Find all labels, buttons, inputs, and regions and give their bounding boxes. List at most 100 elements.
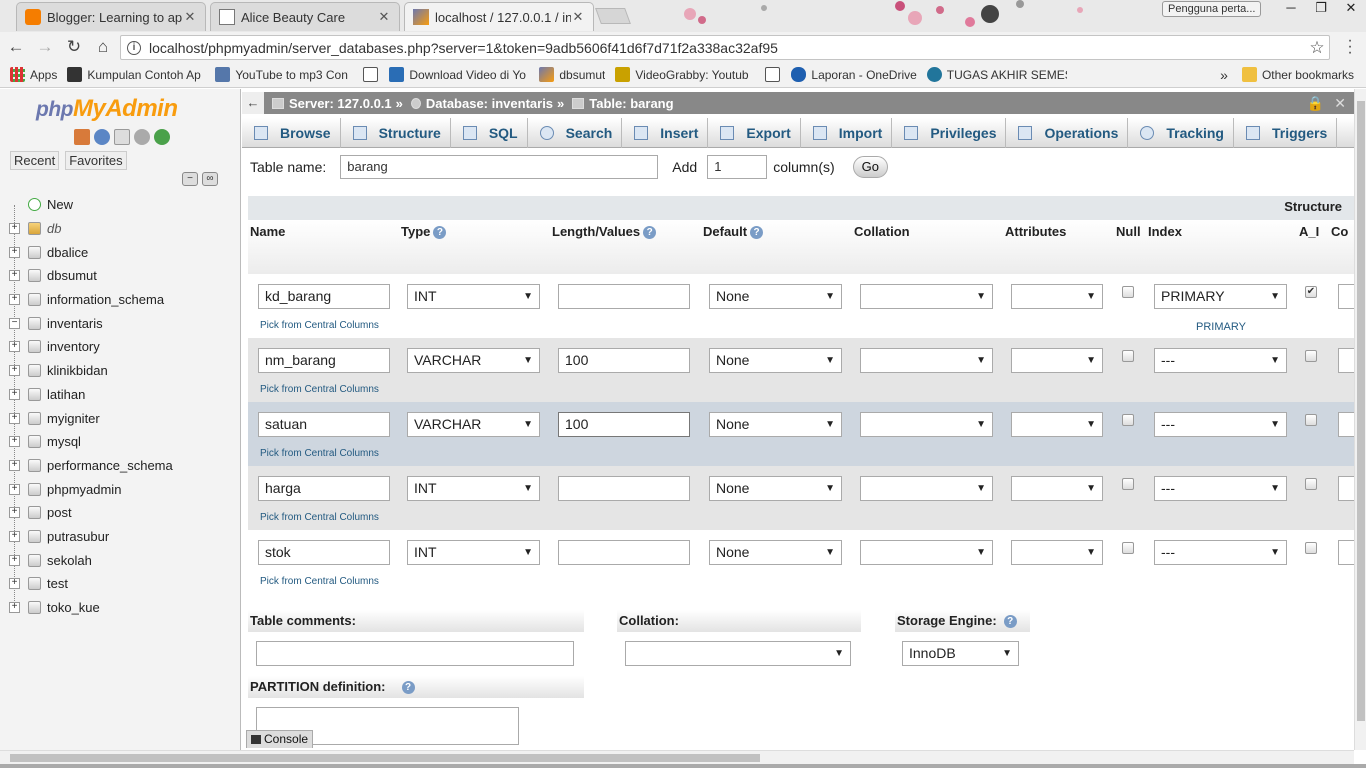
add-columns-input[interactable]: 1 [707,155,768,179]
attributes-select[interactable]: ▼ [1011,348,1103,373]
null-checkbox[interactable] [1122,478,1134,490]
index-select[interactable]: --- ▼ [1154,540,1287,565]
minimize-icon[interactable]: ─ [1276,0,1306,18]
collation-select[interactable]: ▼ [625,641,851,666]
length-input[interactable] [558,540,690,565]
tree-item-mysql[interactable]: + mysql [0,430,241,454]
go-button[interactable]: Go [852,156,889,178]
index-select[interactable]: --- ▼ [1154,476,1287,501]
scrollbar-thumb[interactable] [1357,101,1365,721]
column-name-input[interactable]: kd_barang [258,284,390,309]
bookmark-kumpulan[interactable]: Kumpulan Contoh Ap [67,67,205,82]
default-select[interactable]: None ▼ [709,412,842,437]
column-name-input[interactable]: stok [258,540,390,565]
expand-icon[interactable]: + [9,554,20,566]
bookmarks-overflow-button[interactable]: » [1220,67,1228,83]
expand-icon[interactable]: + [9,294,20,306]
tab-phpmyadmin[interactable]: localhost / 127.0.0.1 / inv ✕ [404,2,594,31]
expand-icon[interactable]: + [9,578,20,590]
tree-item-dbalice[interactable]: + dbalice [0,240,241,264]
tree-item-toko_kue[interactable]: + toko_kue [0,596,241,620]
tab-insert[interactable]: Insert [622,118,709,148]
help-icon[interactable]: ? [643,226,657,240]
profile-button[interactable]: Pengguna perta... [1162,1,1262,17]
index-select[interactable]: --- ▼ [1154,348,1287,373]
vertical-scrollbar[interactable] [1354,89,1366,750]
tree-item-phpmyadmin[interactable]: + phpmyadmin [0,477,241,501]
default-select[interactable]: None ▼ [709,284,842,309]
recent-tab[interactable]: Recent [10,151,60,170]
back-arrow-icon[interactable]: ← [3,34,29,60]
length-input[interactable] [558,476,690,501]
index-select[interactable]: --- ▼ [1154,412,1287,437]
pick-central-columns-link[interactable]: Pick from Central Columns [260,320,379,331]
collation-select[interactable]: ▼ [860,476,993,501]
reload-nav-icon[interactable] [154,129,170,145]
tab-privileges[interactable]: Privileges [892,118,1007,148]
other-bookmarks[interactable]: Other bookmarks [1241,67,1354,82]
expand-icon[interactable]: + [9,436,20,448]
link-icon[interactable]: ∞ [202,172,218,186]
tab-import[interactable]: Import [801,118,893,148]
default-select[interactable]: None ▼ [709,476,842,501]
help-icon[interactable]: ? [401,681,415,695]
pick-central-columns-link[interactable]: Pick from Central Columns [260,384,379,395]
tree-item-test[interactable]: + test [0,572,241,596]
collation-select[interactable]: ▼ [860,540,993,565]
length-input[interactable]: 100 [558,412,690,437]
length-input[interactable] [558,284,690,309]
tab-search[interactable]: Search [528,118,623,148]
database-name[interactable]: dbalice [47,245,88,260]
close-icon[interactable]: ✕ [377,9,391,25]
horizontal-scrollbar[interactable] [0,750,1354,764]
attributes-select[interactable]: ▼ [1011,476,1103,501]
database-name[interactable]: sekolah [47,553,92,568]
help-icon[interactable]: ? [433,226,447,240]
favorites-tab[interactable]: Favorites [65,151,127,170]
docs-icon[interactable] [114,129,130,145]
bookmark-youtube-mp3[interactable]: YouTube to mp3 Con [215,67,353,82]
auto-increment-checkbox[interactable] [1305,542,1317,554]
auto-increment-checkbox[interactable] [1305,478,1317,490]
database-name[interactable]: performance_schema [47,458,173,473]
tab-operations[interactable]: Operations [1006,118,1129,148]
url-text[interactable]: localhost/phpmyadmin/server_databases.ph… [149,40,1305,56]
database-name[interactable]: information_schema [47,292,164,307]
database-name[interactable]: mysql [47,434,81,449]
expand-icon[interactable]: + [9,246,20,258]
new-tab-button[interactable] [595,8,631,24]
database-name[interactable]: latihan [47,387,85,402]
bookmark-page[interactable] [363,67,379,82]
home-icon[interactable] [74,129,90,145]
console-toggle[interactable]: Console [246,730,314,748]
null-checkbox[interactable] [1122,286,1134,298]
expand-icon[interactable]: + [9,223,20,235]
default-select[interactable]: None ▼ [709,348,842,373]
bookmark-videograbby[interactable]: VideoGrabby: Youtub [615,67,755,82]
tab-alice-beauty[interactable]: Alice Beauty Care ✕ [210,2,400,31]
null-checkbox[interactable] [1122,542,1134,554]
bookmark-dbsumut[interactable]: dbsumut [539,67,605,82]
phpmyadmin-logo[interactable]: phpMyAdmin [36,95,178,123]
expand-icon[interactable]: + [9,412,20,424]
info-icon[interactable]: i [127,40,141,55]
database-name[interactable]: phpmyadmin [47,482,121,497]
help-icon[interactable]: ? [750,226,764,240]
expand-icon[interactable]: + [9,341,20,353]
database-name[interactable]: test [47,576,68,591]
expand-icon[interactable]: + [9,507,20,519]
auto-increment-checkbox[interactable] [1305,414,1317,426]
tree-item-latihan[interactable]: + latihan [0,383,241,407]
expand-icon[interactable]: + [9,365,20,377]
tree-item-inventaris[interactable]: − inventaris [0,311,241,335]
null-checkbox[interactable] [1122,414,1134,426]
tree-item-putrasubur[interactable]: + putrasubur [0,525,241,549]
maximize-icon[interactable]: ✕ [1334,95,1346,112]
help-icon[interactable]: ? [1003,615,1017,629]
expand-icon[interactable]: + [9,530,20,542]
bookmark-tugas-akhir[interactable]: TUGAS AKHIR SEMEST [926,67,1067,82]
new-database-link[interactable]: New [47,197,73,212]
tree-item-myigniter[interactable]: + myigniter [0,406,241,430]
pick-central-columns-link[interactable]: Pick from Central Columns [260,448,379,459]
collation-select[interactable]: ▼ [860,348,993,373]
